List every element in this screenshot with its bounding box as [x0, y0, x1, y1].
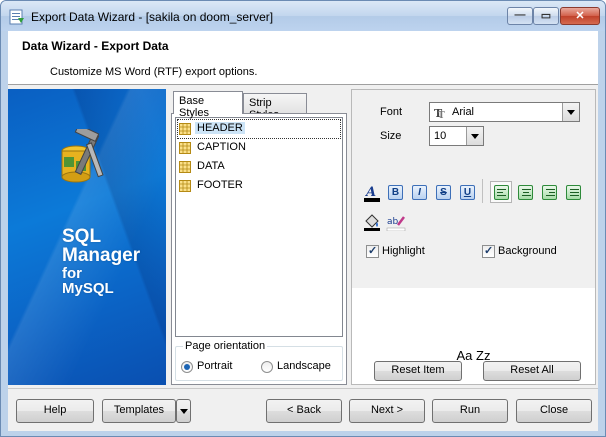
styles-tab-control: Base Styles Strip Styles HEADER CAPTION … [171, 89, 347, 385]
list-item-label: CAPTION [197, 141, 246, 153]
strikeout-icon: S [436, 185, 451, 200]
reset-item-button[interactable]: Reset Item [374, 361, 462, 381]
list-item-label: FOOTER [197, 179, 243, 191]
svg-text:ab: ab [387, 217, 399, 227]
chevron-down-icon [180, 409, 188, 418]
close-button[interactable]: Close [516, 399, 592, 423]
styles-list[interactable]: HEADER CAPTION DATA FOOTER [175, 117, 343, 337]
tab-base-styles[interactable]: Base Styles [173, 91, 243, 119]
background-checkbox[interactable] [482, 244, 495, 258]
close-window-button[interactable]: ✕ [560, 7, 600, 25]
paint-bucket-icon [364, 214, 380, 231]
truetype-font-icon: T T [434, 107, 445, 118]
align-right-button[interactable] [538, 181, 560, 203]
wizard-client-area: Data Wizard - Export Data Customize MS W… [8, 31, 598, 431]
base-styles-page: HEADER CAPTION DATA FOOTER Page orientat… [171, 113, 347, 385]
align-center-icon [518, 185, 533, 200]
svg-text:T: T [438, 111, 445, 118]
style-properties-panel: Font T T Arial Size 10 A B I S U ab ✓ Hi… [351, 89, 596, 385]
footer-divider [8, 388, 598, 389]
minimize-icon: — [514, 9, 526, 21]
list-item-label: DATA [197, 160, 225, 172]
underline-button[interactable]: U [456, 181, 478, 203]
font-label: Font [380, 106, 403, 118]
portrait-label[interactable]: Portrait [197, 360, 232, 372]
highlight-color-button[interactable]: ab [384, 210, 406, 232]
brand-line-manager: Manager [62, 245, 141, 266]
maximize-button[interactable]: ▭ [533, 7, 559, 25]
maximize-icon: ▭ [540, 10, 552, 22]
font-value: Arial [452, 106, 475, 118]
list-item-label: HEADER [195, 122, 245, 134]
export-wizard-window: Export Data Wizard - [sakila on doom_ser… [0, 0, 606, 437]
page-subtitle: Customize MS Word (RTF) export options. [50, 66, 258, 78]
brand-line-for: for [62, 265, 82, 282]
align-justify-button[interactable] [562, 181, 584, 203]
size-select[interactable]: 10 [429, 126, 484, 146]
window-title: Export Data Wizard - [sakila on doom_ser… [31, 10, 274, 24]
align-left-icon [494, 185, 509, 200]
bold-button[interactable]: B [384, 181, 406, 203]
close-icon: ✕ [575, 10, 585, 22]
size-label: Size [380, 130, 402, 142]
highlight-label[interactable]: Highlight [382, 245, 425, 257]
list-item[interactable]: CAPTION [178, 139, 340, 157]
page-title: Data Wizard - Export Data [22, 39, 169, 53]
italic-button[interactable]: I [408, 181, 430, 203]
bold-icon: B [388, 185, 403, 200]
tab-strip-styles[interactable]: Strip Styles [243, 93, 307, 121]
highlight-checkbox[interactable] [366, 244, 379, 258]
list-item[interactable]: DATA [178, 158, 340, 176]
templates-button[interactable]: Templates [102, 399, 176, 423]
font-dropdown-arrow-icon[interactable] [562, 103, 579, 121]
size-value: 10 [434, 130, 447, 142]
grid-icon [179, 161, 191, 173]
underline-icon: U [460, 185, 475, 200]
grid-icon [179, 123, 191, 135]
list-item[interactable]: HEADER [177, 119, 341, 139]
grid-icon [179, 142, 191, 154]
app-icon [9, 9, 24, 25]
align-left-button[interactable] [490, 181, 512, 203]
size-dropdown-arrow-icon[interactable] [466, 127, 483, 145]
minimize-button[interactable]: — [507, 7, 533, 25]
grid-icon [179, 180, 191, 192]
wizard-header: Data Wizard - Export Data Customize MS W… [8, 31, 598, 85]
page-orientation-legend: Page orientation [183, 340, 268, 352]
title-bar[interactable]: Export Data Wizard - [sakila on doom_ser… [1, 1, 605, 31]
align-right-icon [542, 185, 557, 200]
database-tools-icon [61, 129, 104, 183]
font-color-glyph: A [364, 185, 376, 200]
toolbar-separator [482, 179, 483, 203]
brand-line-mysql: MySQL [62, 280, 114, 297]
strikeout-button[interactable]: S [432, 181, 454, 203]
fill-color-button[interactable] [360, 210, 382, 232]
italic-icon: I [412, 185, 427, 200]
back-button[interactable]: < Back [266, 399, 342, 423]
align-justify-icon [566, 185, 581, 200]
highlighter-icon: ab [386, 216, 406, 231]
landscape-label[interactable]: Landscape [277, 360, 331, 372]
properties-editor: Font T T Arial Size 10 A B I S U ab ✓ Hi… [352, 90, 595, 288]
background-label[interactable]: Background [498, 245, 557, 257]
list-item[interactable]: FOOTER [178, 177, 340, 195]
portrait-radio[interactable] [181, 361, 193, 373]
page-orientation-group: Page orientation Portrait Landscape [175, 340, 343, 381]
templates-menu-button[interactable] [176, 399, 191, 423]
font-color-button[interactable]: A [360, 181, 382, 203]
run-button[interactable]: Run [432, 399, 508, 423]
help-button[interactable]: Help [16, 399, 94, 423]
reset-all-button[interactable]: Reset All [483, 361, 581, 381]
landscape-radio[interactable] [261, 361, 273, 373]
brand-line-sql: SQL [62, 226, 102, 247]
font-select[interactable]: T T Arial [429, 102, 580, 122]
wizard-sidebar-banner: SQL Manager for MySQL [8, 89, 166, 385]
next-button[interactable]: Next > [349, 399, 425, 423]
align-center-button[interactable] [514, 181, 536, 203]
font-color-icon: A [364, 185, 380, 202]
